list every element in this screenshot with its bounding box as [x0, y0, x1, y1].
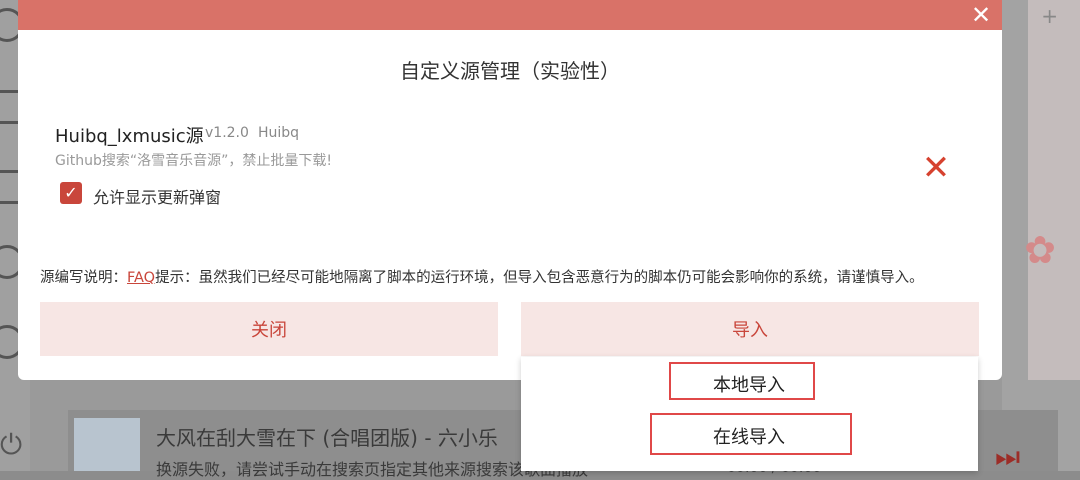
close-button[interactable]: 关闭 [40, 302, 498, 356]
import-button[interactable]: 导入 [521, 302, 979, 356]
local-import-highlight [669, 362, 815, 400]
dialog-header: ✕ [18, 0, 1002, 30]
power-icon[interactable]: ⏻ [0, 428, 30, 461]
notice-text: 源编写说明：FAQ提示：虽然我们已经尽可能地隔离了脚本的运行环境，但导入包含恶意… [40, 266, 924, 287]
source-description: Github搜索“洛雪音乐音源”，禁止批量下载! [55, 153, 332, 169]
album-cover[interactable] [74, 418, 140, 471]
allow-update-popup-label[interactable]: 允许显示更新弹窗 [93, 184, 221, 208]
allow-update-popup-checkbox[interactable]: ✓ [60, 182, 82, 204]
online-import-highlight [650, 413, 852, 455]
faq-link[interactable]: FAQ [127, 270, 155, 286]
plus-icon[interactable]: + [1041, 4, 1058, 28]
notice-body: 提示：虽然我们已经尽可能地隔离了脚本的运行环境，但导入包含恶意行为的脚本仍可能会… [155, 270, 924, 286]
notice-prefix: 源编写说明： [40, 270, 127, 286]
app-right-decor [1028, 0, 1080, 380]
flower-icon: ✿ [1024, 228, 1056, 272]
song-title: 大风在刮大雪在下 (合唱团版) - 六小乐 [156, 426, 498, 450]
next-track-icon[interactable]: ⏭ [995, 440, 1020, 474]
custom-source-dialog: ✕ 自定义源管理（实验性） Huibq_lxmusic源 v1.2.0 Huib… [18, 0, 1002, 380]
source-version: v1.2.0 [205, 125, 249, 141]
remove-source-icon[interactable]: ✕ [918, 150, 954, 186]
close-icon[interactable]: ✕ [968, 2, 994, 28]
source-author: Huibq [258, 125, 300, 141]
dialog-title: 自定义源管理（实验性） [400, 59, 620, 83]
source-name: Huibq_lxmusic源 [55, 126, 204, 147]
